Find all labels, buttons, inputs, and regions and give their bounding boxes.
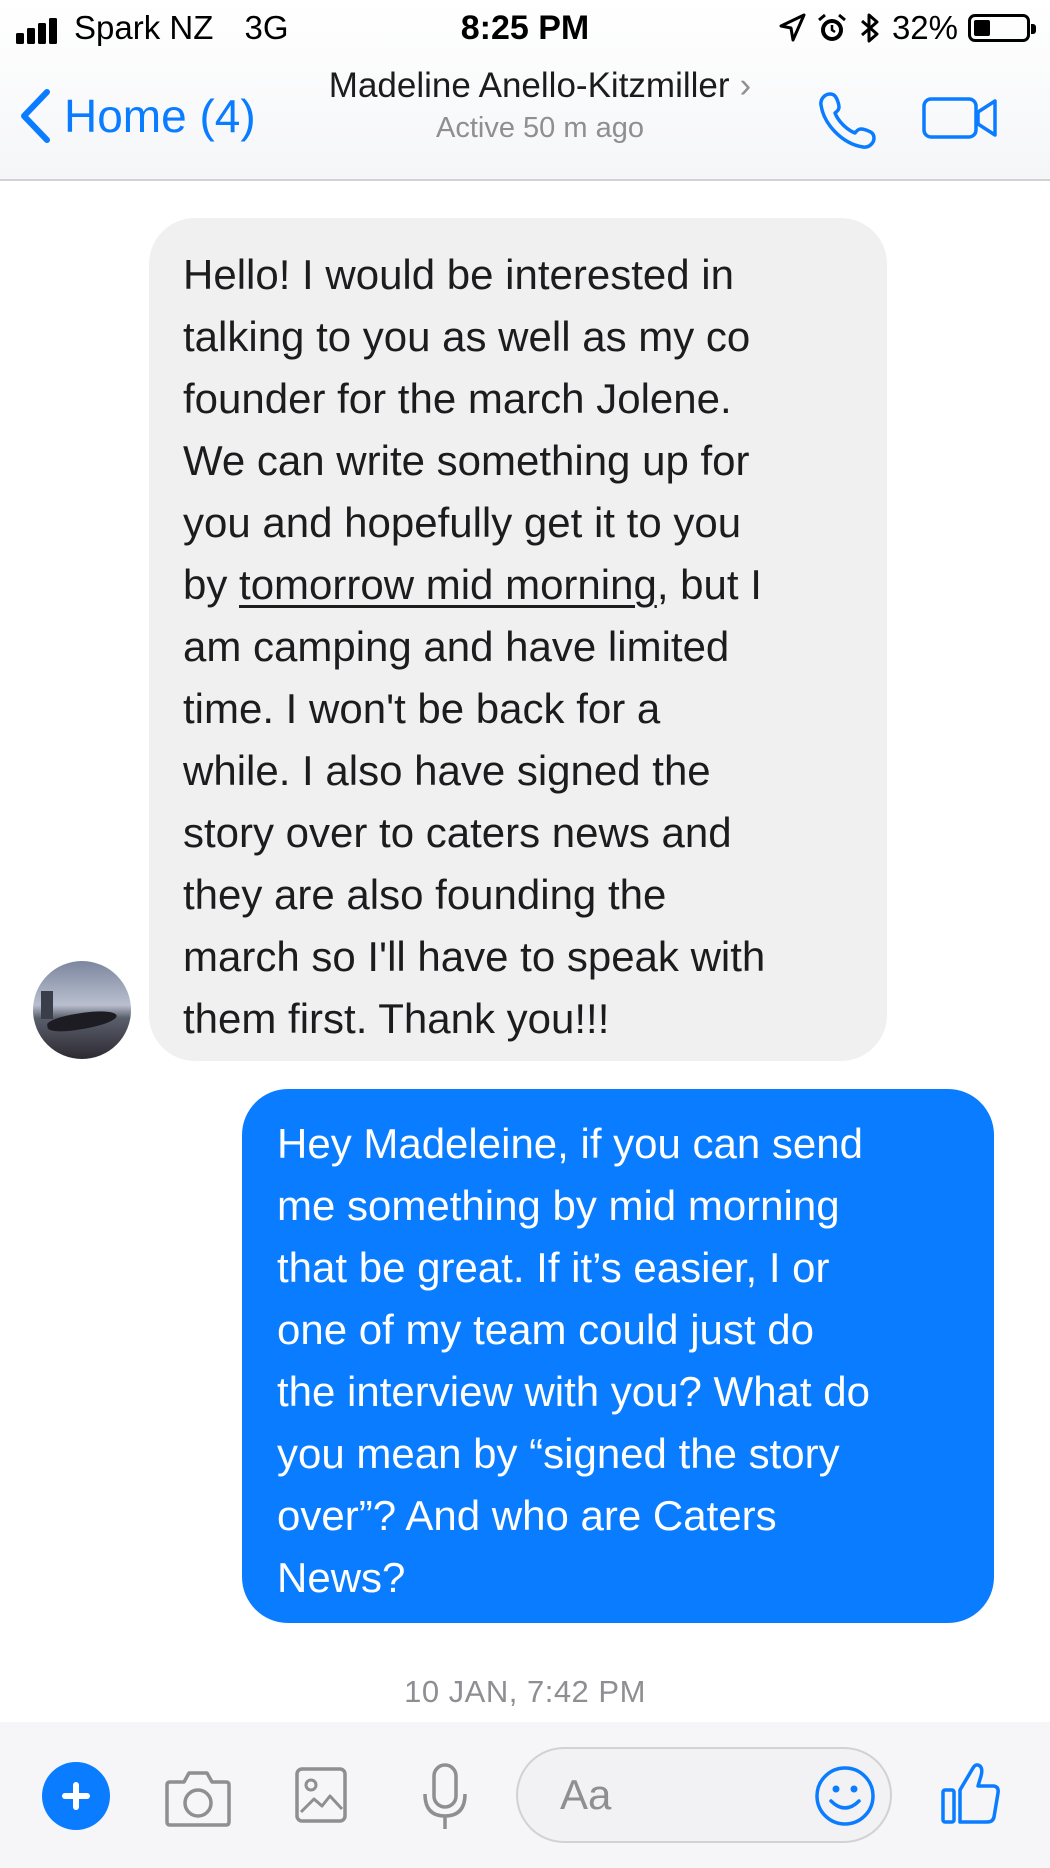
phone-icon[interactable] (816, 88, 880, 152)
photo-icon[interactable] (294, 1766, 348, 1824)
message-input[interactable]: Aa (516, 1747, 892, 1843)
outgoing-message-text: Hey Madeleine, if you can send me someth… (277, 1120, 870, 1601)
back-label: Home (4) (64, 90, 256, 142)
date-link[interactable]: tomorrow mid morning (239, 561, 657, 608)
message-timestamp: 10 JAN, 7:42 PM (404, 1674, 646, 1709)
battery-percent: 32% (891, 9, 958, 46)
contact-name: Madeline Anello-Kitzmiller (328, 66, 730, 105)
location-arrow-icon (779, 13, 806, 42)
video-camera-icon[interactable] (922, 95, 998, 141)
alarm-icon (817, 13, 846, 41)
camera-icon[interactable] (164, 1766, 232, 1828)
incoming-message-text: Hello! I would be interested in talking … (183, 251, 766, 1042)
microphone-icon[interactable] (420, 1762, 470, 1832)
contact-name-row: Madeline Anello-Kitzmiller › (280, 66, 800, 106)
contact-active-status: Active 50 m ago (436, 112, 644, 144)
emoji-icon[interactable] (814, 1765, 876, 1827)
back-chevron-icon (21, 89, 50, 143)
status-right: 32% (778, 8, 1036, 48)
avatar[interactable] (33, 961, 131, 1059)
thumbs-up-icon[interactable] (940, 1760, 1002, 1826)
battery-level-fill (974, 20, 990, 36)
back-button[interactable]: Home (4) (18, 88, 256, 144)
incoming-message-bubble[interactable]: Hello! I would be interested in talking … (149, 218, 887, 1061)
status-bar: Spark NZ 3G 8:25 PM 32% (0, 0, 1050, 56)
chevron-right-icon: › (739, 66, 752, 105)
outgoing-message-bubble[interactable]: Hey Madeleine, if you can send me someth… (242, 1089, 994, 1623)
top-bar: Spark NZ 3G 8:25 PM 32% Home (4) Madelin… (0, 0, 1050, 181)
message-input-placeholder: Aa (560, 1771, 612, 1818)
plus-icon[interactable] (42, 1762, 110, 1830)
bluetooth-icon (860, 13, 879, 43)
contact-header[interactable]: Madeline Anello-Kitzmiller › Active 50 m … (280, 66, 800, 145)
battery-icon (968, 14, 1036, 42)
